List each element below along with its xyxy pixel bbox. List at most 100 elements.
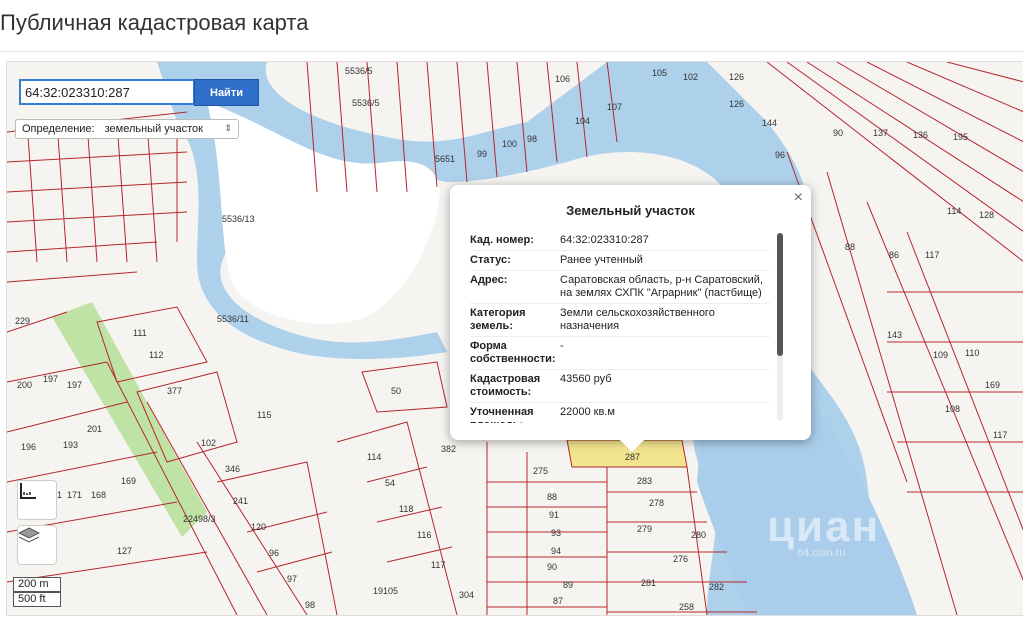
info-value: -: [560, 340, 564, 352]
map-label: 118: [399, 504, 413, 514]
map-label: 87: [553, 596, 563, 606]
info-key: Адрес:: [470, 274, 508, 286]
map-label: 5536/11: [217, 314, 249, 324]
chevron-updown-icon: ⇕: [224, 123, 232, 133]
popup-title: Земельный участок: [566, 203, 695, 218]
map-label: 110: [965, 348, 979, 358]
map-label: 102: [201, 438, 216, 448]
info-value: Ранее учтенный: [560, 254, 643, 266]
map-label: 114: [367, 452, 381, 462]
map-label: 105: [652, 68, 667, 78]
info-key: Кад. номер:: [470, 234, 534, 246]
map-label: 281: [641, 578, 656, 588]
map-label: 117: [431, 560, 445, 570]
cadastral-map[interactable]: 5536/5 5536/5 5651 99 100 98 106 104 105…: [6, 61, 1023, 616]
layers-icon: [18, 527, 40, 543]
page-title: Публичная кадастровая карта: [0, 10, 309, 35]
map-label: 115: [257, 410, 271, 420]
info-row-address: Адрес: Саратовская область, р-н Саратовск…: [470, 271, 770, 304]
map-label: 168: [91, 490, 106, 500]
cadastral-search-input[interactable]: [19, 79, 195, 105]
map-label: 258: [679, 602, 694, 612]
watermark-logo: циан: [767, 502, 881, 551]
info-row-cost: Кадастровая стоимость: 43560 руб: [470, 370, 770, 403]
info-value: 64:32:023310:287: [560, 234, 649, 246]
map-label: 279: [637, 524, 652, 534]
ruler-icon: [20, 483, 36, 499]
info-key: Уточненная площадь:: [470, 406, 534, 423]
info-value: 43560 руб: [560, 373, 612, 385]
map-label: 96: [269, 548, 279, 558]
parcel-info-popup: × Земельный участок Кад. номер: 64:32:023…: [450, 185, 811, 452]
map-label: 102: [683, 72, 698, 82]
map-label: 90: [833, 128, 843, 138]
info-key: Статус:: [470, 254, 511, 266]
map-label: 127: [117, 546, 132, 556]
map-label: 276: [673, 554, 688, 564]
map-label: 22498/3: [183, 514, 216, 524]
info-key: Категория земель:: [470, 307, 526, 332]
info-row-ownership: Форма собственности: -: [470, 337, 770, 370]
measure-ruler-button[interactable]: [17, 480, 57, 520]
title-divider: [0, 51, 1023, 52]
map-label: 283: [637, 476, 652, 486]
map-label: 116: [417, 530, 431, 540]
map-label: 89: [563, 580, 573, 590]
map-label: 93: [551, 528, 561, 538]
map-label: 287: [625, 452, 640, 462]
definition-label: Определение:: [22, 123, 95, 135]
map-label: 100: [502, 139, 517, 149]
map-label: 50: [391, 386, 401, 396]
info-row-category: Категория земель: Земли сельскохозяйствен…: [470, 304, 770, 337]
map-label: 5536/5: [352, 98, 380, 108]
scale-imperial: 500 ft: [13, 592, 61, 607]
map-label: 5536/5: [345, 66, 373, 76]
map-label: 107: [607, 102, 622, 112]
map-label: 282: [709, 582, 724, 592]
popup-body[interactable]: Кад. номер: 64:32:023310:287 Статус: Ранее…: [470, 231, 770, 423]
info-key: Кадастровая стоимость:: [470, 373, 541, 398]
map-label: 304: [459, 590, 474, 600]
definition-select[interactable]: Определение: земельный участок ⇕: [15, 119, 239, 139]
map-label: 195: [953, 132, 968, 142]
map-label: 229: [15, 316, 30, 326]
map-label: 201: [87, 424, 102, 434]
map-label: 104: [575, 116, 590, 126]
map-label: 346: [225, 464, 240, 474]
map-label: 54: [385, 478, 395, 488]
map-label: 280: [691, 530, 706, 540]
info-row-status: Статус: Ранее учтенный: [470, 251, 770, 271]
map-label: 120: [251, 522, 266, 532]
info-row-area: Уточненная площадь: 22000 кв.м: [470, 403, 770, 423]
map-label: 5651: [435, 154, 455, 164]
search-button[interactable]: Найти: [194, 79, 259, 106]
map-label: 126: [729, 72, 744, 82]
map-label: 97: [287, 574, 297, 584]
map-label: 106: [555, 74, 570, 84]
map-label: 98: [527, 134, 537, 144]
info-key: Форма собственности:: [470, 340, 556, 365]
map-label: 193: [63, 440, 78, 450]
map-label: 169: [985, 380, 1000, 390]
map-label: 96: [775, 150, 785, 160]
map-label: 197: [67, 380, 82, 390]
map-label: 19105: [373, 586, 398, 596]
map-label: 137: [873, 128, 888, 138]
info-value: 22000 кв.м: [560, 406, 615, 418]
map-label: 98: [305, 600, 315, 610]
map-label: 112: [149, 350, 163, 360]
layers-button[interactable]: [17, 525, 57, 565]
map-label: 99: [477, 149, 487, 159]
info-value: Саратовская область, р-н Саратовский, на…: [560, 274, 763, 299]
map-label: 5536/13: [222, 214, 255, 224]
map-label: 196: [21, 442, 36, 452]
scroll-thumb[interactable]: [777, 233, 783, 356]
map-label: 91: [549, 510, 559, 520]
definition-value: земельный участок: [104, 123, 203, 135]
map-label: 275: [533, 466, 548, 476]
map-label: 88: [547, 492, 557, 502]
map-label: 111: [133, 328, 147, 338]
popup-scrollbar[interactable]: [777, 233, 783, 421]
map-label: 94: [551, 546, 561, 556]
map-label: 136: [913, 130, 928, 140]
